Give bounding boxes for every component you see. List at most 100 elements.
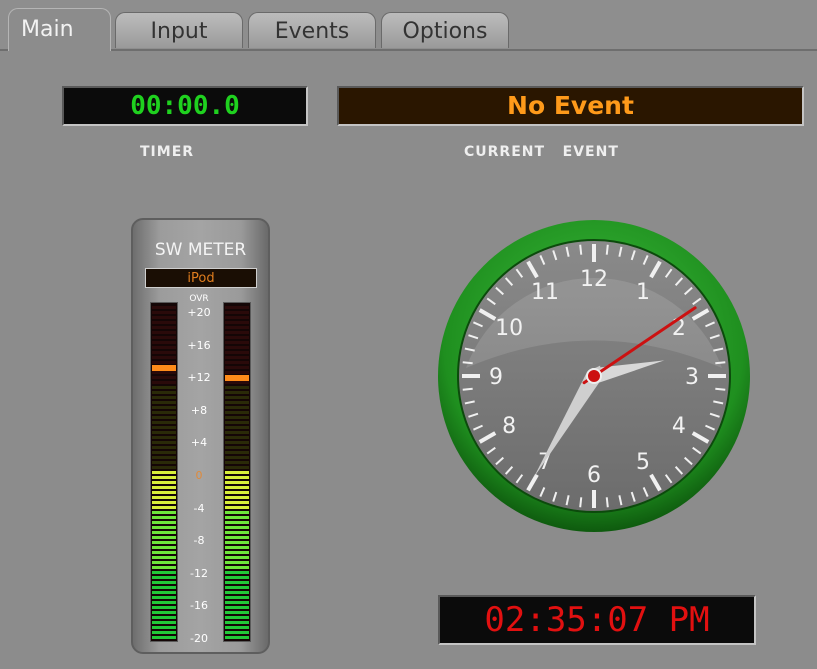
meter-segment [225,616,249,619]
meter-segment [152,471,176,474]
clock-tick [462,387,473,391]
meter-segment [225,461,249,464]
clock-center-cap [586,368,602,384]
meter-segment [152,456,176,459]
clock-number: 11 [531,280,559,305]
clock-number: 8 [502,414,516,439]
meter-segment [152,446,176,449]
meter-segment [152,551,176,554]
meter-segment [152,461,176,464]
meter-segment [152,486,176,489]
meter-segment [225,316,249,319]
tab-options[interactable]: Options [381,12,509,48]
meter-segment [152,376,176,379]
meter-scale-label: +16 [187,338,211,352]
meter-segment [225,626,249,629]
meter-bar-left [150,302,178,642]
meter-scale-label: 0 [195,469,203,482]
meter-segment [225,636,249,639]
meter-segment [225,566,249,569]
meter-segment [225,406,249,409]
meter-scale-label: +12 [187,371,211,385]
meter-segment [152,591,176,594]
meter-segment [225,351,249,354]
meter-segment [225,401,249,404]
meter-segment [225,436,249,439]
meter-segment [225,431,249,434]
meter-segment [152,611,176,614]
meter-segment [225,581,249,584]
meter-segment [152,306,176,309]
meter-segment [152,441,176,444]
meter-segment [225,451,249,454]
meter-segment [152,476,176,479]
meter-segment [152,621,176,624]
meter-title: SW METER [154,240,247,260]
meter-peak-indicator [152,365,176,371]
clock-tick [462,361,473,365]
current-event-display: No Event [337,86,804,126]
meter-segment [152,541,176,544]
meter-peak-indicator [225,375,249,381]
meter-segment [225,441,249,444]
meter-segment [152,491,176,494]
meter-segment [152,546,176,549]
meter-segment [225,476,249,479]
meter-segment [225,606,249,609]
timer-display: 00:00.0 [62,86,308,126]
meter-segment [152,331,176,334]
meter-segment [152,341,176,344]
tab-main[interactable]: Main [8,8,111,51]
meter-segment [225,446,249,449]
meter-segment [152,516,176,519]
meter-segment [225,371,249,374]
meter-segment [152,521,176,524]
meter-segment [225,311,249,314]
clock-tick [605,497,609,508]
meter-segment [152,596,176,599]
meter-segment [225,426,249,429]
meter-segment [225,501,249,504]
tab-events[interactable]: Events [248,12,376,48]
meter-segment [225,361,249,364]
clock-tick [605,244,609,255]
meter-scale-label: +20 [187,306,211,319]
clock-number: 1 [636,280,650,305]
meter-segment [152,411,176,414]
meter-segment [152,466,176,469]
meter-segment [152,536,176,539]
meter-segment [152,316,176,319]
meter-scale-label: -8 [193,534,205,548]
meter-segment [225,516,249,519]
meter-segment [225,551,249,554]
clock-number: 3 [685,365,699,390]
tab-input[interactable]: Input [115,12,243,48]
meter-segment [225,466,249,469]
current-event-caption: CURRENT EVENT [464,144,619,160]
meter-segment [225,381,249,384]
meter-segment [225,486,249,489]
meter-segment [152,626,176,629]
meter-segment [152,401,176,404]
meter-segment [225,421,249,424]
meter-segment [225,521,249,524]
meter-segment [152,361,176,364]
meter-segment [152,501,176,504]
meter-segment [152,526,176,529]
meter-segment [225,341,249,344]
meter-segment [152,586,176,589]
analog-clock: 121234567891011 [438,220,750,532]
meter-segment [152,326,176,329]
meter-segment [225,331,249,334]
meter-segment [225,411,249,414]
meter-segment [225,366,249,369]
meter-segment [225,336,249,339]
meter-segment [225,576,249,579]
meter-scale-label: -4 [193,501,205,515]
meter-segment [225,386,249,389]
meter-segment [225,531,249,534]
meter-segment [152,481,176,484]
meter-segment [225,586,249,589]
meter-segment [225,561,249,564]
timer-caption: TIMER [140,144,195,160]
